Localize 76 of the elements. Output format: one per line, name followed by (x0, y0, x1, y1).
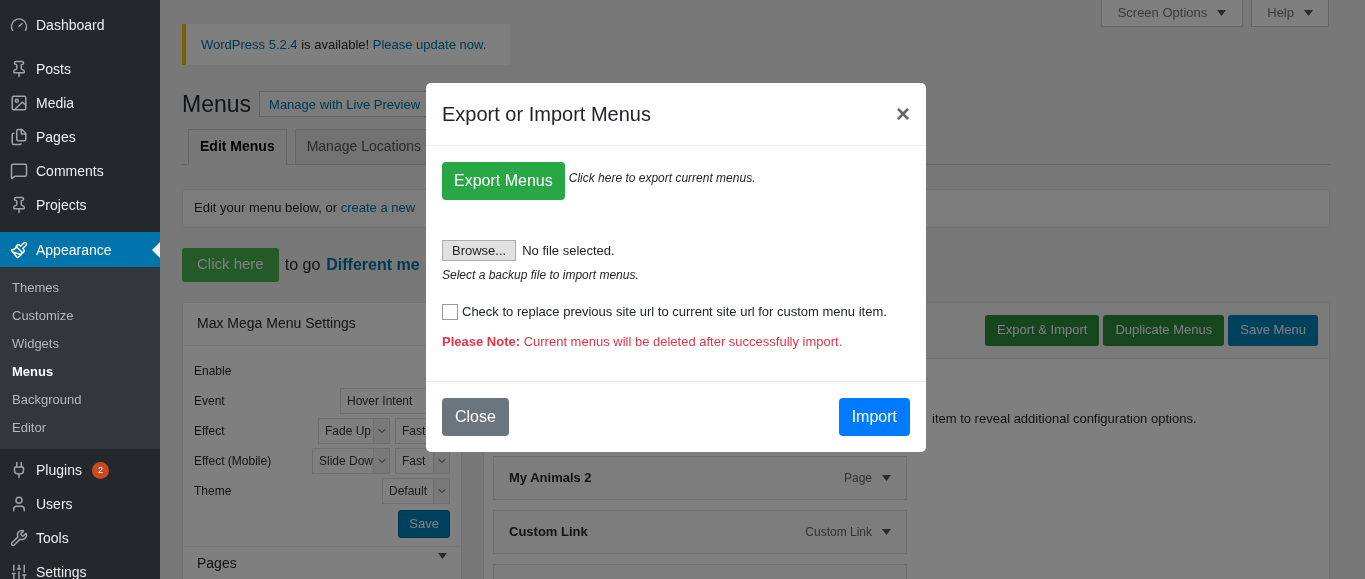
paintbrush-icon (10, 240, 28, 259)
pages-icon (10, 128, 28, 146)
submenu-item[interactable]: Themes (0, 274, 160, 302)
pin-icon (10, 196, 28, 214)
export-hint: Click here to export current menus. (568, 169, 756, 187)
page-title: Menus (182, 90, 252, 119)
setting-label: Theme (194, 482, 233, 500)
replace-url-label: Check to replace previous site url to current site url for custom menu item. (462, 303, 887, 321)
browse-button[interactable]: Browse... (442, 240, 517, 261)
import-hint: Select a backup file to import menus. (442, 267, 640, 284)
replace-url-checkbox[interactable] (442, 303, 458, 320)
dialog-title: Export or Import Menus (442, 102, 651, 127)
pages-panel-title: Pages (197, 553, 237, 573)
wrench-icon (10, 529, 28, 547)
media-icon (10, 94, 28, 112)
submenu-item[interactable]: Menus (0, 358, 160, 386)
version-link[interactable]: WordPress 5.2.4 (201, 36, 298, 52)
menu-action-button[interactable]: Export & Import (985, 314, 1100, 346)
menu-item-type: Custom Link (805, 524, 872, 541)
export-menus-button[interactable]: Export Menus (442, 162, 565, 200)
setting-label: Effect (194, 422, 226, 440)
update-notice-text: WordPress 5.2.4 is available! Please update now. (201, 35, 487, 54)
select-field[interactable]: Default (382, 477, 450, 504)
setting-label: Enable (194, 362, 233, 380)
sidebar-item[interactable]: Appearance (0, 232, 160, 267)
select-field[interactable]: Slide Dow (312, 447, 390, 474)
comment-icon (10, 162, 28, 180)
create-menu-link[interactable]: create a new (340, 200, 416, 216)
dashboard-icon (10, 16, 28, 34)
sidebar-item[interactable]: Media (0, 86, 160, 120)
screen-meta-toggle[interactable]: Screen Options (1100, 0, 1244, 27)
sliders-icon (10, 563, 28, 579)
edit-notice-text: Edit your menu below, or create a new (194, 199, 416, 218)
menu-action-button[interactable]: Duplicate Menus (1103, 314, 1225, 346)
setting-label: Effect (Mobile) (194, 452, 273, 470)
select-field[interactable]: Fast (395, 447, 450, 474)
menu-instructions: item to reveal additional configuration options. (932, 409, 1198, 428)
dropdown-arrow-icon (882, 529, 891, 535)
import-button[interactable]: Import (838, 398, 910, 436)
sidebar-item[interactable]: Settings (0, 555, 160, 579)
menu-item-bar[interactable]: Custom Link Custom Link (493, 510, 907, 554)
setting-label: Event (194, 392, 226, 410)
user-icon (10, 495, 28, 513)
close-button[interactable]: Close (442, 398, 509, 436)
file-status: No file selected. (522, 241, 615, 260)
submenu-item[interactable]: Background (0, 386, 160, 414)
sidebar-item[interactable]: Tools (0, 521, 160, 555)
sidebar-item[interactable]: Users (0, 487, 160, 521)
pages-panel-header[interactable]: Pages (183, 545, 461, 579)
nav-tab[interactable]: Edit Menus (188, 128, 287, 165)
count-badge: 2 (91, 461, 109, 479)
sidebar-item[interactable]: Plugins 2 (0, 453, 160, 487)
menu-item-type: Page (843, 470, 872, 487)
menu-item-bar[interactable]: My Animals 2 Page (493, 456, 907, 500)
menu-item-title: My Animals 2 (509, 470, 592, 486)
dropdown-arrow-icon (1304, 10, 1313, 16)
sidebar-item[interactable]: Projects (0, 188, 160, 222)
different-menu-link[interactable]: Different me (326, 252, 420, 277)
pin-icon (10, 60, 28, 78)
sidebar-item[interactable]: Dashboard (0, 8, 160, 42)
screen-meta-toggle[interactable]: Help (1251, 0, 1329, 27)
sidebar-item[interactable]: Posts (0, 52, 160, 86)
sidebar-item[interactable]: Comments (0, 154, 160, 188)
submenu-item[interactable]: Editor (0, 414, 160, 442)
submenu-item[interactable]: Widgets (0, 330, 160, 358)
go-to-text: to go (284, 254, 321, 275)
submenu-item[interactable]: Customize (0, 302, 160, 330)
menu-item-title: Custom Link (509, 524, 588, 540)
sidebar-item[interactable]: Pages (0, 120, 160, 154)
save-button[interactable]: Save (398, 509, 450, 538)
select-field[interactable]: Fade Up (318, 417, 390, 444)
menu-action-button[interactable]: Save Menu (1228, 314, 1318, 346)
dropdown-arrow-icon (1217, 10, 1227, 16)
dropdown-arrow-icon (882, 475, 891, 481)
update-link[interactable]: Please update now (372, 36, 483, 52)
dropdown-arrow-icon (438, 552, 447, 559)
